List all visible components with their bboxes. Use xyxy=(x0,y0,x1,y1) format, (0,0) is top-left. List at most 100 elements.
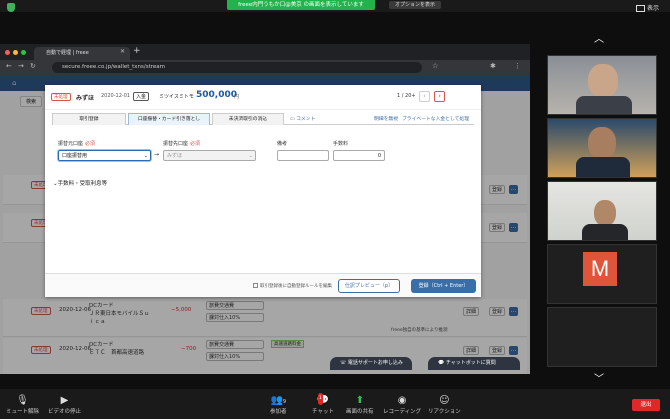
video-label: ビデオの停止 xyxy=(48,409,82,415)
new-tab-icon[interactable]: + xyxy=(133,46,141,56)
video-button[interactable]: ▶ ビデオの停止 xyxy=(48,395,81,415)
view-label: 表示 xyxy=(647,5,660,12)
fee-toggle[interactable]: ⌄手数料・受取利息等 xyxy=(53,179,107,187)
participant-face xyxy=(588,127,616,159)
reload-icon[interactable]: ↻ xyxy=(30,62,36,70)
memo-label: 備考 xyxy=(277,141,288,147)
leave-button[interactable]: 退出 xyxy=(632,399,660,411)
video-camera-icon: ▶ xyxy=(60,395,69,406)
tab-unsettled[interactable]: 未決済取引の消込 xyxy=(212,113,284,125)
previous-button[interactable]: ‹ xyxy=(419,91,430,102)
close-window-icon[interactable] xyxy=(5,50,10,55)
payee-name: ミツイスミトモ xyxy=(159,94,194,100)
next-button[interactable]: › xyxy=(434,91,445,102)
arrow-right-icon: → xyxy=(154,151,160,158)
extensions-icon[interactable]: ✱ xyxy=(490,62,496,70)
mute-button[interactable]: 🎙 ミュート解除 xyxy=(6,395,39,415)
reaction-label: リアクション xyxy=(428,409,461,415)
chatbot-label: チャットボットに質問 xyxy=(445,360,496,366)
back-icon[interactable]: ← xyxy=(6,62,12,70)
fee-label: 手数料 xyxy=(333,141,349,147)
shield-icon[interactable] xyxy=(7,3,15,12)
from-account-label: 振替元口座 必須 xyxy=(58,140,95,147)
from-account-label-text: 振替元口座 xyxy=(58,141,84,147)
comment-link-label: コメント xyxy=(296,117,316,122)
rule-edit-checkbox[interactable]: 取引登録後に自動登録ルールを編集 xyxy=(253,283,332,289)
to-account-select[interactable]: みずほ ⌄ xyxy=(163,150,256,161)
chevron-down-icon: ⌄ xyxy=(143,153,148,159)
meeting-toolbar: 🎙 ミュート解除 ▶ ビデオの停止 👥9 参加者 💬 1 チャット ⬆ 画面の共有 ◉ レコー… xyxy=(0,389,670,419)
chat-bubble-icon: 💬 xyxy=(438,360,446,366)
tab-close-icon[interactable]: ✕ xyxy=(120,48,125,55)
ignore-link[interactable]: 明細を無視 xyxy=(374,115,398,122)
phone-support-button[interactable]: ☏ 電話サポートお申し込み xyxy=(330,357,412,370)
reaction-button[interactable]: ☺ リアクション xyxy=(428,395,461,415)
participants-button[interactable]: 👥9 参加者 xyxy=(270,395,287,415)
to-account-value: みずほ xyxy=(167,153,183,159)
memo-input[interactable] xyxy=(277,150,329,161)
browser-menu-icon[interactable]: ⋮ xyxy=(514,62,521,70)
modal-tabs: 取引登録 口座振替・カード引き落とし 未決済取引の消込 ▭ コメント 明細を無視… xyxy=(52,113,474,125)
participant-video-2[interactable] xyxy=(547,118,657,178)
mute-label: ミュート解除 xyxy=(6,409,40,415)
journal-preview-button[interactable]: 仕訳プレビュー（p） xyxy=(338,279,400,293)
participants-icon: 👥9 xyxy=(270,395,287,406)
transaction-date: 2020-12-01 xyxy=(101,93,131,99)
transaction-amount: 500,000 xyxy=(196,90,237,100)
bookmark-star-icon[interactable]: ☆ xyxy=(432,62,438,70)
forward-icon[interactable]: → xyxy=(18,62,24,70)
participant-body xyxy=(576,157,630,177)
participant-face xyxy=(588,64,618,98)
currency-unit: 円 xyxy=(234,94,240,100)
browser-tab[interactable]: 自動で経理 | freee xyxy=(34,47,130,60)
chevron-down-icon: ⌄ xyxy=(248,153,253,159)
screen-share-banner: freee内門うもか口@美京 の画面を表示しています xyxy=(227,0,375,10)
participant-video-1[interactable] xyxy=(547,55,657,115)
to-account-label-text: 振替先口座 xyxy=(163,141,189,147)
view-button[interactable]: 表示 xyxy=(636,3,659,12)
share-label: 画面の共有 xyxy=(346,409,374,415)
from-account-select[interactable]: 口座振替用 ⌄ xyxy=(58,150,151,161)
minimize-window-icon[interactable] xyxy=(13,50,18,55)
fee-toggle-label: 手数料・受取利息等 xyxy=(57,181,108,187)
participant-video-3[interactable] xyxy=(547,181,657,241)
chat-badge: 1 xyxy=(318,393,323,405)
participant-tile-5[interactable] xyxy=(547,307,657,367)
bank-name: みずほ xyxy=(76,95,95,102)
participants-label: 参加者 xyxy=(270,409,287,415)
phone-icon: ☏ xyxy=(340,360,348,366)
transaction-modal: 未処理 みずほ 2020-12-01 入金 ミツイスミトモ 500,000 円 … xyxy=(45,85,481,297)
gallery-down-icon[interactable]: ﹀ xyxy=(594,370,604,385)
pagination-indicator: 1 / 20+ xyxy=(397,93,416,99)
modal-footer: 取引登録後に自動登録ルールを編集 仕訳プレビュー（p） 登録（Ctrl + En… xyxy=(45,273,481,297)
view-options-button[interactable]: オプションを表示 xyxy=(389,1,441,9)
url-field[interactable]: secure.freee.co.jp/wallet_txns/stream xyxy=(52,62,422,73)
participants-count: 9 xyxy=(282,399,287,405)
participant-body xyxy=(582,224,628,240)
comment-link[interactable]: ▭ コメント xyxy=(290,115,315,122)
maximize-window-icon[interactable] xyxy=(21,50,26,55)
chatbot-button[interactable]: 💬 チャットボットに質問 xyxy=(428,357,520,370)
to-account-label: 振替先口座 必須 xyxy=(163,140,200,147)
status-badge: 未処理 xyxy=(51,93,71,101)
gallery-up-icon[interactable]: ︿ xyxy=(594,30,604,45)
from-account-value: 口座振替用 xyxy=(62,153,88,159)
checkbox-box xyxy=(253,283,258,288)
participant-face xyxy=(594,200,616,226)
participant-body xyxy=(576,96,632,114)
avatar: M xyxy=(583,252,617,286)
chat-button[interactable]: 💬 1 チャット xyxy=(312,393,334,415)
phone-support-label: 電話サポートお申し込み xyxy=(347,360,403,366)
share-screen-button[interactable]: ⬆ 画面の共有 xyxy=(346,395,374,415)
tab-account-transfer[interactable]: 口座振替・カード引き落とし xyxy=(128,113,210,125)
register-button[interactable]: 登録（Ctrl + Enter） xyxy=(411,279,476,293)
tab-register[interactable]: 取引登録 xyxy=(52,113,126,125)
address-bar: ← → ↻ secure.freee.co.jp/wallet_txns/str… xyxy=(0,60,530,75)
browser-tab-bar: 自動で経理 | freee ✕ + xyxy=(0,44,530,60)
record-button[interactable]: ◉ レコーディング xyxy=(383,395,421,415)
private-link[interactable]: プライベートな入金として処理 xyxy=(402,115,469,122)
record-icon: ◉ xyxy=(397,395,407,406)
fee-input[interactable]: 0 xyxy=(333,150,385,161)
chat-icon: 💬 1 xyxy=(316,393,330,406)
browser-tab-title: 自動で経理 | freee xyxy=(46,50,89,56)
